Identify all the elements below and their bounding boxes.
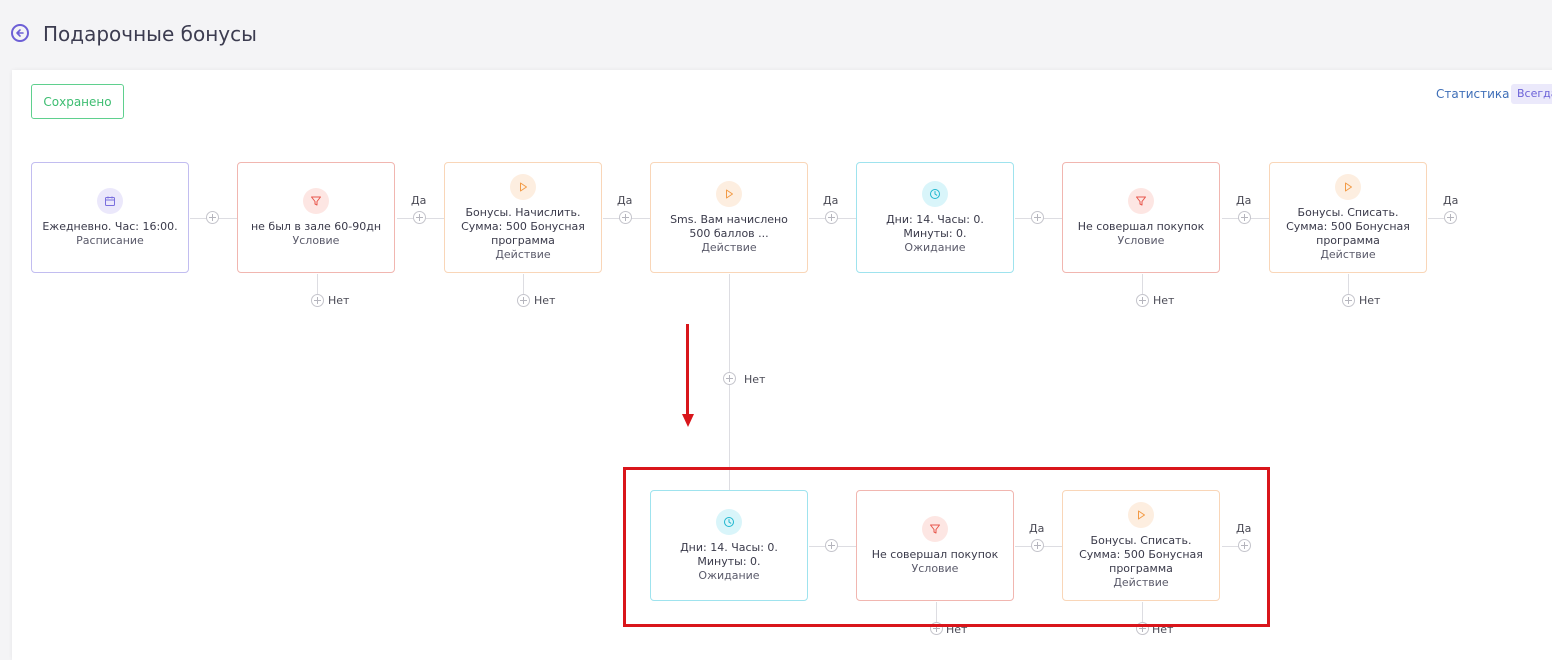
node-text: не был в зале 60-90дн [250,219,382,233]
add-step-button[interactable] [1342,294,1355,307]
connector-line [1348,274,1349,294]
no-label: Нет [328,294,350,307]
page-title: Подарочные бонусы [43,22,257,46]
node-type: Условие [1117,233,1165,247]
connector-line [1142,274,1143,294]
node-text: Ежедневно. Час: 16:00. [42,219,178,233]
yes-label: Да [823,194,839,207]
node-type: Условие [292,233,340,247]
statistics-link[interactable]: Статистика [1436,87,1510,101]
play-icon [510,173,536,200]
flow-node-condition[interactable]: Не совершал покупок Условие [1062,162,1220,273]
connector-line [317,274,318,294]
page-header: Подарочные бонусы [0,0,1552,70]
annotation-arrow-head [682,414,694,427]
node-text: Дни: 14. Часы: 0. Минуты: 0. [886,212,984,240]
add-step-button[interactable] [517,294,530,307]
no-label: Нет [744,373,766,386]
arrow-left-icon [16,29,24,37]
annotation-highlight-box [623,467,1270,627]
node-type: Действие [1320,247,1376,261]
node-type: Действие [701,240,757,254]
connector-line [1428,218,1444,219]
yes-label: Да [617,194,633,207]
saved-button[interactable]: Сохранено [31,84,124,119]
node-text: Не совершал покупок [1077,219,1205,233]
node-type: Расписание [76,233,144,247]
node-text: Sms. Вам начислено 500 баллов ... [670,212,788,240]
connector-line [523,274,524,294]
add-step-button[interactable] [413,211,426,224]
play-icon [1335,173,1361,200]
add-step-button[interactable] [825,211,838,224]
flow-node-wait[interactable]: Дни: 14. Часы: 0. Минуты: 0. Ожидание [856,162,1014,273]
add-step-button[interactable] [311,294,324,307]
play-icon [716,180,742,207]
add-step-button[interactable] [723,372,736,385]
flow-node-action[interactable]: Sms. Вам начислено 500 баллов ... Действ… [650,162,808,273]
back-button[interactable] [11,24,29,42]
flow-node-condition[interactable]: не был в зале 60-90дн Условие [237,162,395,273]
add-step-button[interactable] [1444,211,1457,224]
add-step-button[interactable] [1238,211,1251,224]
no-label: Нет [534,294,556,307]
add-step-button[interactable] [619,211,632,224]
flow-node-schedule[interactable]: Ежедневно. Час: 16:00. Расписание [31,162,189,273]
node-type: Ожидание [904,240,966,254]
node-text: Бонусы. Списать. Сумма: 500 Бонусная про… [1286,205,1410,247]
filter-icon [303,187,329,214]
no-label: Нет [1359,294,1381,307]
add-step-button[interactable] [206,211,219,224]
node-type: Действие [495,247,551,261]
add-step-button[interactable] [1136,294,1149,307]
flow-node-action[interactable]: Бонусы. Списать. Сумма: 500 Бонусная про… [1269,162,1427,273]
no-label: Нет [1153,294,1175,307]
clock-icon [922,180,948,207]
yes-label: Да [1236,194,1252,207]
flow-node-action[interactable]: Бонусы. Начислить. Сумма: 500 Бонусная п… [444,162,602,273]
node-text: Бонусы. Начислить. Сумма: 500 Бонусная п… [461,205,585,247]
yes-label: Да [411,194,427,207]
calendar-icon [97,187,123,214]
yes-label: Да [1443,194,1459,207]
connector-line [729,274,730,372]
always-badge[interactable]: Всегда [1511,84,1552,104]
filter-icon [1128,187,1154,214]
add-step-button[interactable] [1031,211,1044,224]
annotation-arrow [686,324,689,416]
